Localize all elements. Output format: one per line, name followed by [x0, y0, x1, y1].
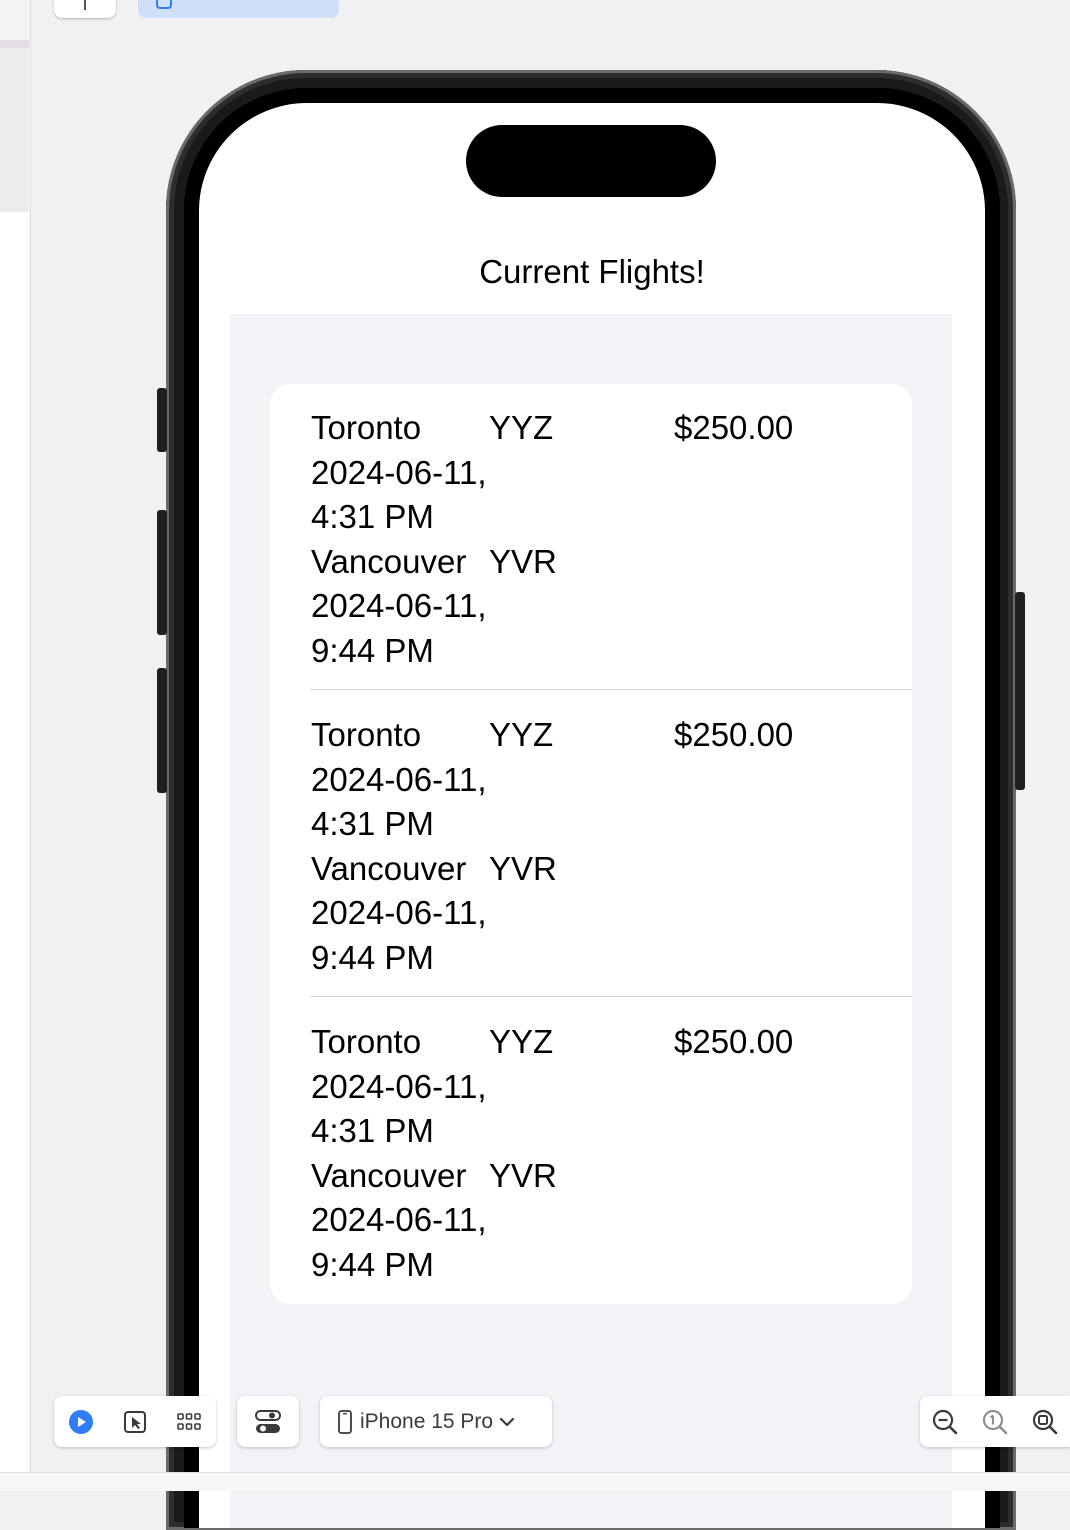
page-title: Current Flights!: [479, 253, 705, 290]
row-divider: [310, 689, 912, 690]
play-circle-icon[interactable]: [66, 1407, 96, 1437]
navigator-section: [0, 212, 29, 1472]
chevron-down-icon: [499, 1416, 515, 1428]
navigator-section: [0, 48, 29, 212]
destination-code: YVR: [489, 1156, 557, 1194]
arrival-date: 2024-06-11,: [311, 587, 487, 624]
dynamic-island: [466, 125, 716, 197]
action-button: [157, 388, 167, 452]
arrival-time: 9:44 PM: [311, 631, 434, 669]
destination-code: YVR: [489, 849, 557, 887]
origin-code: YYZ: [489, 1023, 554, 1060]
flight-info: Toronto YYZ 2024-06-11, 4:31 PM Vancouver…: [311, 713, 557, 980]
device-selector[interactable]: iPhone 15 Pro: [320, 1396, 552, 1447]
flight-price: $250.00: [674, 1023, 794, 1060]
power-button: [1015, 592, 1025, 790]
origin-code: YYZ: [489, 409, 554, 446]
flight-row[interactable]: Toronto YYZ 2024-06-11, 4:31 PM Vancouver…: [270, 998, 912, 1304]
destination-code: YVR: [489, 542, 557, 580]
canvas-settings-icon: [253, 1407, 283, 1437]
volume-down-button: [157, 668, 167, 793]
row-divider: [310, 996, 912, 997]
cursor-select-icon[interactable]: [120, 1407, 150, 1437]
departure-date: 2024-06-11,: [311, 453, 487, 491]
add-button[interactable]: [54, 0, 116, 18]
departure-time: 4:31 PM: [311, 805, 434, 842]
zoom-out-icon[interactable]: [930, 1407, 960, 1437]
flight-info: Toronto YYZ 2024-06-11, 4:31 PM Vancouver…: [311, 1020, 557, 1287]
departure-time: 4:31 PM: [311, 498, 434, 535]
origin-city: Toronto: [311, 1023, 422, 1060]
volume-up-button: [157, 510, 167, 635]
flight-row[interactable]: Toronto YYZ 2024-06-11, 4:31 PM Vancouver…: [270, 691, 912, 997]
zoom-fit-icon[interactable]: [1030, 1407, 1060, 1437]
destination-city: Vancouver: [311, 542, 467, 580]
arrival-time: 9:44 PM: [311, 1245, 434, 1283]
flight-row[interactable]: Toronto YYZ 2024-06-11, 4:31 PM Vancouver…: [270, 384, 912, 690]
grid-icon[interactable]: [174, 1407, 204, 1437]
departure-time: 4:31 PM: [311, 1112, 434, 1149]
arrival-date: 2024-06-11,: [311, 1201, 487, 1238]
iphone-icon: [338, 1409, 352, 1434]
origin-code: YYZ: [489, 716, 554, 753]
preview-pin-button[interactable]: [138, 0, 339, 18]
canvas-settings-button[interactable]: [237, 1396, 299, 1447]
flight-info: Toronto YYZ 2024-06-11, 4:31 PM Vancouver…: [311, 406, 557, 673]
zoom-controls: [920, 1396, 1070, 1447]
device-screen: Current Flights! Toronto YYZ 2024-06-11, …: [199, 103, 985, 1528]
origin-city: Toronto: [311, 409, 422, 446]
pin-icon: [156, 0, 172, 9]
flight-list-section: Toronto YYZ 2024-06-11, 4:31 PM Vancouver…: [270, 384, 912, 1304]
selection-highlight: [0, 40, 29, 48]
plus-icon: [84, 0, 86, 10]
status-bar: [0, 1472, 1070, 1491]
destination-city: Vancouver: [311, 1156, 467, 1194]
preview-mode-group: [54, 1396, 216, 1447]
device-name: iPhone 15 Pro: [360, 1409, 494, 1433]
navigator-edge: [0, 0, 31, 1472]
arrival-date: 2024-06-11,: [311, 894, 487, 931]
destination-city: Vancouver: [311, 849, 467, 887]
flight-price: $250.00: [674, 716, 794, 753]
zoom-100-icon[interactable]: [980, 1407, 1010, 1437]
departure-date: 2024-06-11,: [311, 760, 487, 798]
origin-city: Toronto: [311, 716, 422, 753]
arrival-time: 9:44 PM: [311, 938, 434, 976]
departure-date: 2024-06-11,: [311, 1067, 487, 1105]
flight-price: $250.00: [674, 409, 794, 446]
